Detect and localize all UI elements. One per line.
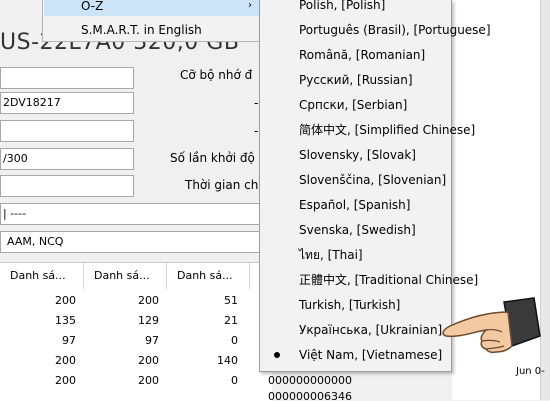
hand-pointer-icon bbox=[442, 297, 541, 354]
table-cell: 21 bbox=[224, 314, 238, 327]
field-blank-1 bbox=[0, 67, 134, 89]
language-item-simplified-chinese[interactable]: 简体中文, [Simplified Chinese] bbox=[260, 118, 475, 143]
attributes-table: Danh sá... Danh sá... Danh sá... D 200 2… bbox=[0, 262, 352, 401]
column-header[interactable]: Danh sá... bbox=[0, 263, 84, 289]
language-item-slovenian[interactable]: Slovenščina, [Slovenian] bbox=[260, 168, 451, 193]
serial-field: 2DV18217 bbox=[0, 92, 134, 114]
table-cell: 200 bbox=[138, 374, 159, 387]
time-label: Thời gian ch bbox=[185, 178, 259, 192]
field-blank-3 bbox=[0, 175, 134, 197]
menu-item-smart-english[interactable]: S.M.A.R.T. in English bbox=[44, 20, 262, 40]
table-cell: 200 bbox=[138, 354, 159, 367]
language-item-turkish[interactable]: Turkish, [Turkish] bbox=[260, 293, 451, 318]
count-field: /300 bbox=[0, 148, 134, 170]
language-item-vietnamese[interactable]: Việt Nam, [Vietnamese] bbox=[260, 343, 451, 368]
table-cell: 0 bbox=[231, 374, 238, 387]
table-cell: 000000000000 bbox=[268, 374, 352, 387]
table-cell: 97 bbox=[145, 334, 159, 347]
language-menu: O-Z › S.M.A.R.T. in English bbox=[42, 0, 263, 42]
language-item-traditional-chinese[interactable]: 正體中文, [Traditional Chinese] bbox=[260, 268, 478, 293]
language-item-polish[interactable]: Polish, [Polish] bbox=[260, 0, 451, 18]
language-item-serbian[interactable]: Српски, [Serbian] bbox=[260, 93, 451, 118]
memory-label: Cỡ bộ nhớ đ bbox=[180, 68, 253, 82]
language-item-ukrainian[interactable]: Українська, [Ukrainian] bbox=[260, 318, 451, 343]
dash-label-2: - bbox=[254, 124, 259, 138]
language-item-slovak[interactable]: Slovensky, [Slovak] bbox=[260, 143, 451, 168]
language-item-romanian[interactable]: Română, [Romanian] bbox=[260, 43, 451, 68]
starts-label: Số lần khởi độ bbox=[170, 151, 255, 165]
table-cell: 200 bbox=[138, 294, 159, 307]
table-cell: 97 bbox=[62, 334, 76, 347]
menu-item-o-z[interactable]: O-Z › bbox=[44, 0, 262, 16]
chevron-right-icon: › bbox=[248, 0, 252, 11]
language-submenu: Polish, [Polish] Português (Brasil), [Po… bbox=[259, 0, 491, 372]
table-cell: 0 bbox=[231, 334, 238, 347]
table-cell: 51 bbox=[224, 294, 238, 307]
menu-item-label: S.M.A.R.T. in English bbox=[81, 23, 202, 37]
field-blank-2 bbox=[0, 120, 134, 142]
column-header[interactable]: Danh sá... bbox=[84, 263, 167, 289]
language-item-portuguese[interactable]: Português (Brasil), [Portuguese] bbox=[260, 18, 491, 43]
date-cell: Jun 0- bbox=[516, 366, 545, 377]
features-field: AAM, NCQ bbox=[0, 231, 262, 253]
language-item-thai[interactable]: ไทย, [Thai] bbox=[260, 243, 451, 268]
status-row: | ---- bbox=[0, 203, 262, 225]
radio-bullet-icon bbox=[274, 352, 280, 358]
table-cell: 200 bbox=[55, 354, 76, 367]
dash-label-1: - bbox=[254, 96, 259, 110]
language-item-label: Việt Nam, [Vietnamese] bbox=[299, 348, 443, 362]
language-item-russian[interactable]: Русский, [Russian] bbox=[260, 68, 451, 93]
language-item-swedish[interactable]: Svenska, [Swedish] bbox=[260, 218, 451, 243]
table-cell: 129 bbox=[138, 314, 159, 327]
table-cell: 135 bbox=[55, 314, 76, 327]
table-cell: 200 bbox=[55, 374, 76, 387]
menu-item-label: O-Z bbox=[81, 0, 104, 13]
language-item-spanish[interactable]: Español, [Spanish] bbox=[260, 193, 451, 218]
table-cell: 140 bbox=[217, 354, 238, 367]
table-cell: 200 bbox=[55, 294, 76, 307]
column-header[interactable]: Danh sá... bbox=[167, 263, 250, 289]
